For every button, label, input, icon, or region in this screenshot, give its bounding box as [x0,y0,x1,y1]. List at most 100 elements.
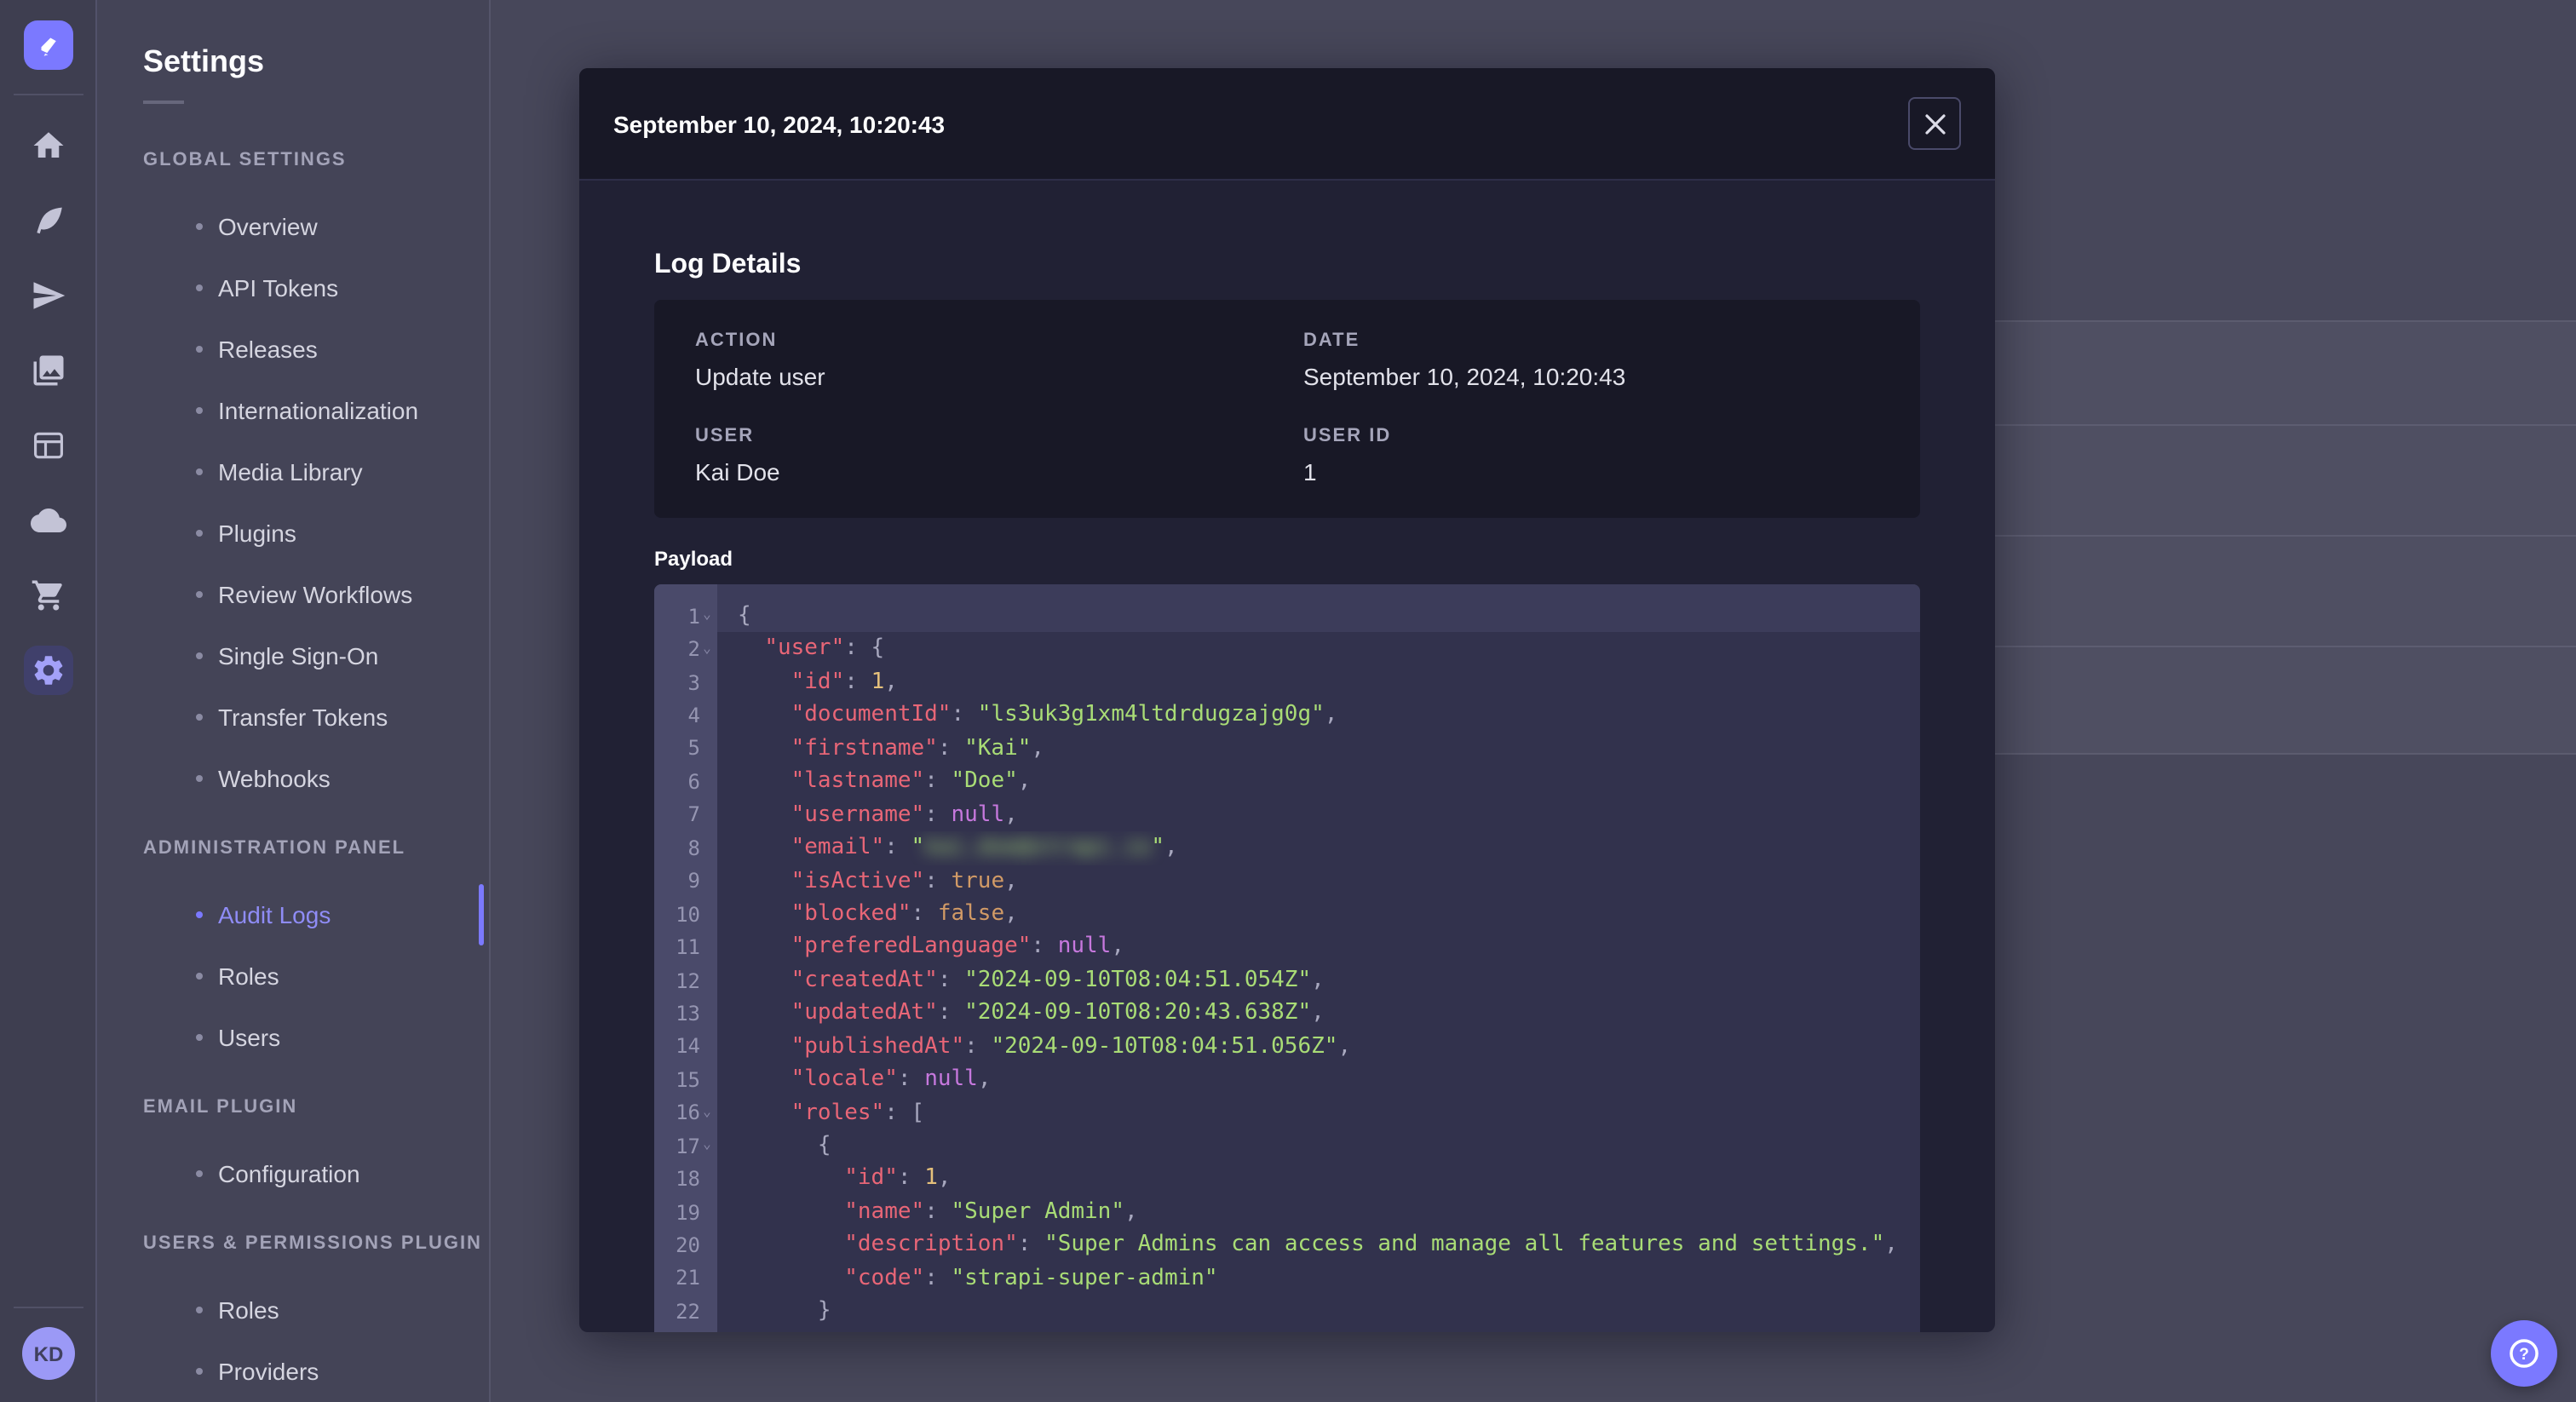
gutter: 3 [654,666,717,699]
code-line: 12 "createdAt": "2024-09-10T08:04:51.054… [654,964,1920,997]
token-key: "locale" [791,1066,898,1093]
token-pun [738,736,791,761]
sidebar-item-label: Providers [218,1358,319,1385]
sidebar-item-audit-logs[interactable]: Audit Logs [143,884,489,945]
token-pun: : [924,1265,952,1291]
sidebar-item-label: Single Sign-On [218,642,379,669]
token-pun: } [738,1298,831,1324]
code-text: ] [717,1328,1920,1332]
line-number: 5 [687,736,700,761]
token-pun: , [1031,735,1045,761]
token-pun: : [897,1066,925,1093]
token-str: "2024-09-10T08:04:51.054Z" [964,967,1312,993]
token-key: "roles" [791,1100,885,1126]
gutter: 11 [654,931,717,964]
code-text: { [717,1129,1920,1163]
code-text: "preferedLanguage": null, [717,931,1920,964]
code-text: "firstname": "Kai", [717,733,1920,766]
chevron-down-icon[interactable]: ⌄ [700,640,714,655]
token-key: "lastname" [791,768,925,795]
code-text: "blocked": false, [717,898,1920,931]
user-avatar[interactable]: KD [22,1327,75,1380]
token-null: null [1057,934,1112,960]
sidebar-item-roles[interactable]: Roles [143,945,489,1007]
rail-item-home-icon[interactable] [27,124,70,166]
sidebar-item-overview[interactable]: Overview [143,196,489,257]
subnav-section: ADMINISTRATION PANEL Audit Logs Roles Users [143,838,489,1068]
chevron-down-icon[interactable]: ⌄ [700,606,714,622]
token-pun [738,802,791,827]
cart-icon [31,577,66,612]
token-pun: : [937,1000,965,1026]
gutter: 15 [654,1063,717,1096]
gutter: 23 [654,1328,717,1332]
token-str: "2024-09-10T08:04:51.056Z" [991,1033,1338,1060]
code-line: 6 "lastname": "Doe", [654,765,1920,798]
sidebar-item-roles[interactable]: Roles [143,1279,489,1341]
sidebar-item-releases[interactable]: Releases [143,319,489,380]
code-text: "createdAt": "2024-09-10T08:04:51.054Z", [717,964,1920,997]
payload-label: Payload [654,547,733,571]
token-pun: : [924,802,952,828]
token-key: "firstname" [791,735,938,761]
token-key: "user" [764,635,845,662]
token-pun: , [1004,900,1018,927]
home-icon [31,127,66,163]
sidebar-item-configuration[interactable]: Configuration [143,1143,489,1204]
sidebar-item-webhooks[interactable]: Webhooks [143,748,489,809]
sidebar-item-users[interactable]: Users [143,1007,489,1068]
rail-item-layout-icon[interactable] [27,423,70,466]
chevron-down-icon[interactable]: ⌄ [700,1104,714,1119]
line-number: 13 [676,1001,700,1026]
gutter: 7 [654,798,717,831]
rail-item-cloud-icon[interactable] [27,498,70,541]
gutter: 10 [654,898,717,931]
token-pun [738,934,791,960]
rail-item-feather-icon[interactable] [27,198,70,241]
line-number: 9 [687,869,700,893]
sidebar-item-api-tokens[interactable]: API Tokens [143,257,489,319]
cloud-icon [31,502,66,537]
sidebar-item-transfer-tokens[interactable]: Transfer Tokens [143,687,489,748]
rail-item-media-library-icon[interactable] [27,348,70,391]
field-label: USER ID [1303,426,1392,446]
strapi-logo[interactable] [24,20,73,70]
help-button[interactable]: ? [2491,1320,2557,1387]
sidebar-item-providers[interactable]: Providers [143,1341,489,1402]
log-field: USER Kai Doe [695,426,1303,487]
field-value: September 10, 2024, 10:20:43 [1303,363,1626,390]
line-number: 22 [676,1299,700,1324]
gutter: 17 ⌄ [654,1129,717,1163]
token-key: "email" [791,835,885,861]
bullet-dot [196,346,203,353]
line-number: 8 [687,836,700,860]
token-key: "username" [791,802,925,828]
rail-item-send-icon[interactable] [27,273,70,316]
code-text: "email": "kai.doe@strapi.io", [717,831,1920,865]
main-navigation-rail: KD [0,0,97,1402]
rail-item-cart-icon[interactable] [27,573,70,616]
payload-code-block[interactable]: 1 ⌄{2 ⌄ "user": {3 "id": 1, 4 "documentId":… [654,584,1920,1332]
gutter: 19 [654,1196,717,1229]
close-button[interactable] [1908,97,1961,150]
token-pun: , [1337,1033,1352,1060]
sidebar-item-internationalization[interactable]: Internationalization [143,380,489,441]
bullet-dot [196,911,203,918]
code-line: 3 "id": 1, [654,666,1920,699]
log-field: USER ID 1 [1303,426,1879,487]
rail-item-gear-icon[interactable] [24,645,73,694]
sidebar-item-label: Internationalization [218,397,419,424]
chevron-down-icon[interactable]: ⌄ [700,1136,714,1152]
send-icon [31,277,66,313]
token-key: "description" [844,1232,1018,1258]
code-line: 14 "publishedAt": "2024-09-10T08:04:51.0… [654,1030,1920,1063]
sidebar-item-single-sign-on[interactable]: Single Sign-On [143,625,489,687]
token-str: "strapi-super-admin" [951,1265,1218,1291]
bullet-dot [196,591,203,598]
sidebar-item-plugins[interactable]: Plugins [143,503,489,564]
sidebar-item-media-library[interactable]: Media Library [143,441,489,503]
token-pun [738,1100,791,1125]
sidebar-item-review-workflows[interactable]: Review Workflows [143,564,489,625]
gutter: 21 [654,1262,717,1296]
code-text: "description": "Super Admins can access … [717,1229,1920,1262]
